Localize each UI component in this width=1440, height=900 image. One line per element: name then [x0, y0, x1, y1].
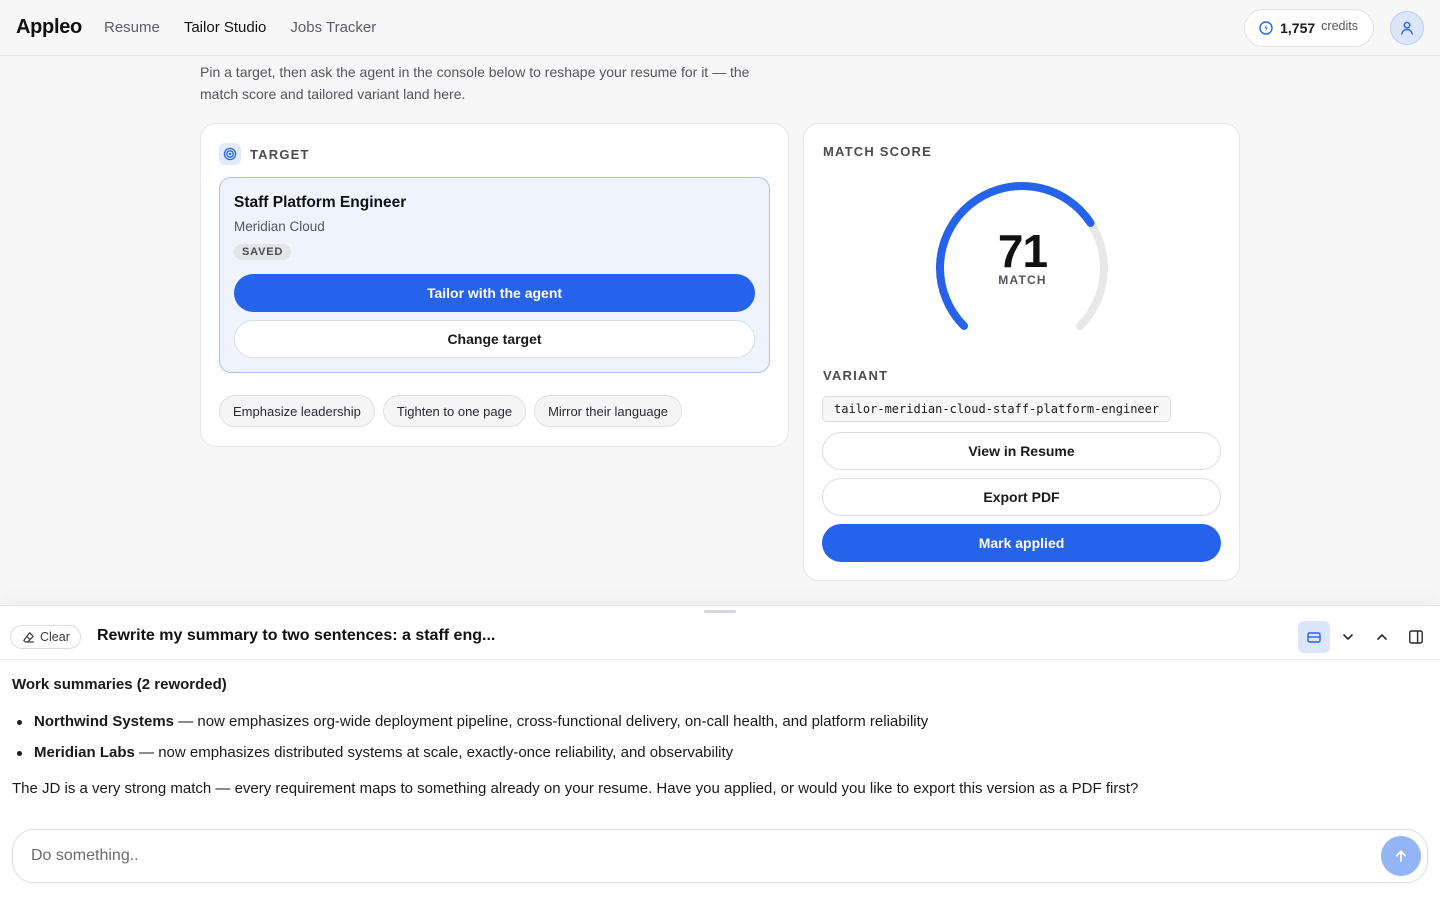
arrow-up-icon	[1395, 850, 1407, 862]
match-score-card: MATCH SCORE 71 MATCH VARIANT tailor-meri…	[803, 123, 1240, 581]
agent-console: Clear Rewrite my summary to two sentence…	[0, 605, 1440, 900]
user-icon	[1401, 21, 1413, 35]
response-list: Northwind Systems — now emphasizes org-w…	[12, 712, 1412, 763]
status-badge: SAVED	[234, 244, 292, 260]
brand-logo[interactable]: Appleo	[16, 16, 82, 39]
prompt-input[interactable]	[31, 845, 1331, 867]
match-score-value: 71	[997, 225, 1048, 277]
variant-eyebrow: VARIANT	[823, 368, 889, 383]
item-text: — now emphasizes distributed systems at …	[134, 744, 734, 761]
tailor-with-agent-button[interactable]: Tailor with the agent	[234, 274, 755, 312]
suggestion-chips: Emphasize leadership Tighten to one page…	[219, 395, 683, 427]
job-title: Staff Platform Engineer	[234, 194, 407, 211]
change-target-button[interactable]: Change target	[234, 320, 755, 358]
send-button[interactable]	[1381, 836, 1421, 876]
view-in-resume-button[interactable]: View in Resume	[822, 432, 1221, 470]
export-pdf-button[interactable]: Export PDF	[822, 478, 1221, 516]
resize-handle[interactable]	[704, 610, 736, 613]
chevron-up-icon[interactable]	[1366, 621, 1398, 653]
response-heading: Work summaries (2 reworded)	[12, 676, 227, 693]
item-company: Northwind Systems	[34, 713, 175, 730]
item-text: — now emphasizes org-wide deployment pip…	[174, 713, 929, 730]
console-title: Rewrite my summary to two sentences: a s…	[97, 627, 496, 644]
mark-applied-button[interactable]: Mark applied	[822, 524, 1221, 562]
top-nav: Appleo Resume Tailor Studio Jobs Tracker…	[0, 0, 1440, 56]
compact-view-icon[interactable]	[1298, 621, 1330, 653]
job-company: Meridian Cloud	[234, 219, 325, 234]
console-divider	[0, 659, 1440, 660]
nav-link-jobs-tracker[interactable]: Jobs Tracker	[290, 19, 376, 36]
chip-tighten-one-page[interactable]: Tighten to one page	[382, 395, 527, 427]
target-card: TARGET Staff Platform Engineer Meridian …	[200, 123, 789, 447]
target-header: TARGET	[219, 143, 310, 165]
agent-response: Work summaries (2 reworded) Northwind Sy…	[12, 676, 1412, 799]
side-panel-icon[interactable]	[1400, 621, 1432, 653]
intro-text: Pin a target, then ask the agent in the …	[200, 64, 750, 102]
match-score-label: MATCH	[998, 273, 1047, 287]
credits-value: 1,757	[1280, 19, 1316, 36]
chip-emphasize-leadership[interactable]: Emphasize leadership	[219, 395, 375, 427]
match-score-eyebrow: MATCH SCORE	[823, 144, 933, 159]
user-avatar[interactable]	[1390, 10, 1424, 45]
list-item: Meridian Labs — now emphasizes distribut…	[12, 743, 1412, 763]
clear-label: Clear	[40, 630, 70, 644]
list-item: Northwind Systems — now emphasizes org-w…	[12, 712, 1412, 732]
console-header: Clear Rewrite my summary to two sentence…	[0, 620, 1440, 660]
eraser-icon	[23, 631, 34, 643]
target-icon	[219, 143, 241, 165]
nav-link-resume[interactable]: Resume	[104, 19, 160, 36]
credits-label: credits	[1321, 18, 1358, 33]
target-eyebrow: TARGET	[250, 146, 310, 162]
chevron-down-icon[interactable]	[1332, 621, 1364, 653]
pinned-target: Staff Platform Engineer Meridian Cloud S…	[219, 177, 770, 373]
chip-mirror-language[interactable]: Mirror their language	[534, 395, 683, 427]
console-controls	[1298, 621, 1432, 653]
nav-link-tailor-studio[interactable]: Tailor Studio	[184, 19, 267, 36]
credits-pill[interactable]: 1,757 credits	[1244, 8, 1374, 47]
response-message: The JD is a very strong match — every re…	[12, 780, 1139, 797]
coin-icon	[1259, 20, 1273, 35]
variant-id: tailor-meridian-cloud-staff-platform-eng…	[822, 396, 1172, 422]
prompt-box	[12, 829, 1428, 883]
clear-button[interactable]: Clear	[10, 625, 81, 649]
item-company: Meridian Labs	[34, 744, 135, 761]
